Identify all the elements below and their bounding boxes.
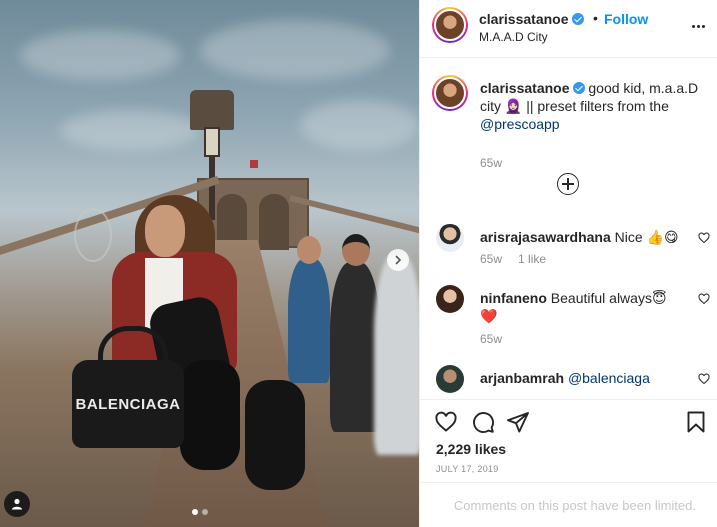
handbag: BALENCIAGA [72, 326, 184, 448]
flag [250, 160, 258, 168]
comment-body: arisrajasawardhana Nice 👍😋 [480, 228, 680, 246]
post-photo[interactable]: BALENCIAGA [0, 0, 419, 527]
author-avatar[interactable] [432, 7, 468, 43]
separator-dot: • [593, 10, 598, 26]
heart-icon[interactable] [434, 410, 458, 434]
caption-time[interactable]: 65w [480, 156, 502, 170]
bag-text: BALENCIAGA [75, 395, 181, 413]
photo-cloud [20, 30, 180, 80]
lamp-glass [204, 127, 220, 157]
carousel-dot-active [192, 509, 198, 515]
comment-like-count[interactable]: 1 like [518, 252, 546, 266]
comment-avatar[interactable] [436, 285, 464, 313]
author-username[interactable]: clarissatanoe [479, 11, 584, 27]
caption-avatar[interactable] [432, 75, 468, 111]
photo-cloud [300, 100, 419, 150]
comment-username[interactable]: ninfaneno [480, 290, 547, 306]
post-date[interactable]: JULY 17, 2019 [436, 464, 499, 474]
comment-meta: 65w 1 like [480, 252, 546, 266]
photo-cloud [60, 110, 200, 150]
comment-username[interactable]: arisrajasawardhana [480, 229, 611, 245]
user-icon [12, 498, 22, 510]
comment-heart-icon[interactable] [698, 373, 710, 385]
post-side-panel: clarissatanoe • Follow M.A.A.D City clar… [419, 0, 717, 527]
comment-text[interactable]: @balenciaga [568, 370, 650, 386]
comment-avatar[interactable] [436, 224, 464, 252]
post-header: clarissatanoe • Follow M.A.A.D City [420, 0, 717, 58]
bookmark-icon[interactable] [684, 410, 708, 434]
tagged-user-button[interactable] [4, 491, 30, 517]
comments-limited-notice: Comments on this post have been limited. [420, 482, 717, 527]
verified-badge-icon [571, 13, 584, 25]
photo-cloud [200, 20, 390, 80]
comment-avatar[interactable] [436, 365, 464, 393]
fan-decoration [74, 208, 112, 262]
carousel-dots [192, 509, 208, 515]
load-more-comments-icon[interactable] [557, 173, 579, 195]
comment-heart-icon[interactable] [698, 232, 710, 244]
post-actions: 2,229 likes JULY 17, 2019 Comments on th… [420, 399, 717, 527]
comment-time[interactable]: 65w [480, 332, 502, 346]
more-options-icon[interactable] [688, 16, 708, 36]
comment-text: Nice 👍😋 [614, 229, 679, 245]
comment-username[interactable]: arjanbamrah [480, 370, 564, 386]
likes-count[interactable]: 2,229 likes [436, 441, 506, 457]
location-link[interactable]: M.A.A.D City [479, 30, 548, 44]
comment-heart-icon[interactable] [698, 293, 710, 305]
boot-left [180, 360, 240, 470]
comment-body: arjanbamrah @balenciaga [480, 369, 680, 387]
share-icon[interactable] [506, 410, 530, 434]
caption-text: clarissatanoe good kid, m.a.a.D city 🧕🏻 … [480, 79, 700, 133]
comment-body: ninfaneno Beautiful always😇❤️ [480, 289, 680, 325]
caption-mention-link[interactable]: @prescoapp [480, 116, 560, 132]
comment-time[interactable]: 65w [480, 252, 502, 266]
lamp-head [190, 90, 234, 130]
person-blue-shirt [288, 236, 330, 383]
follow-button[interactable]: Follow [604, 11, 648, 27]
carousel-next-button[interactable] [387, 249, 409, 271]
caption-username[interactable]: clarissatanoe [480, 80, 570, 96]
carousel-dot [202, 509, 208, 515]
boot-right [245, 380, 305, 490]
comments-section[interactable]: clarissatanoe good kid, m.a.a.D city 🧕🏻 … [420, 59, 717, 399]
comment-icon[interactable] [471, 410, 495, 434]
woman-face [145, 205, 185, 257]
chevron-right-icon [395, 255, 402, 265]
person-blurred [374, 255, 419, 455]
person-black-shirt [330, 234, 380, 432]
verified-badge-icon [572, 82, 585, 94]
comment-meta: 65w [480, 332, 502, 346]
